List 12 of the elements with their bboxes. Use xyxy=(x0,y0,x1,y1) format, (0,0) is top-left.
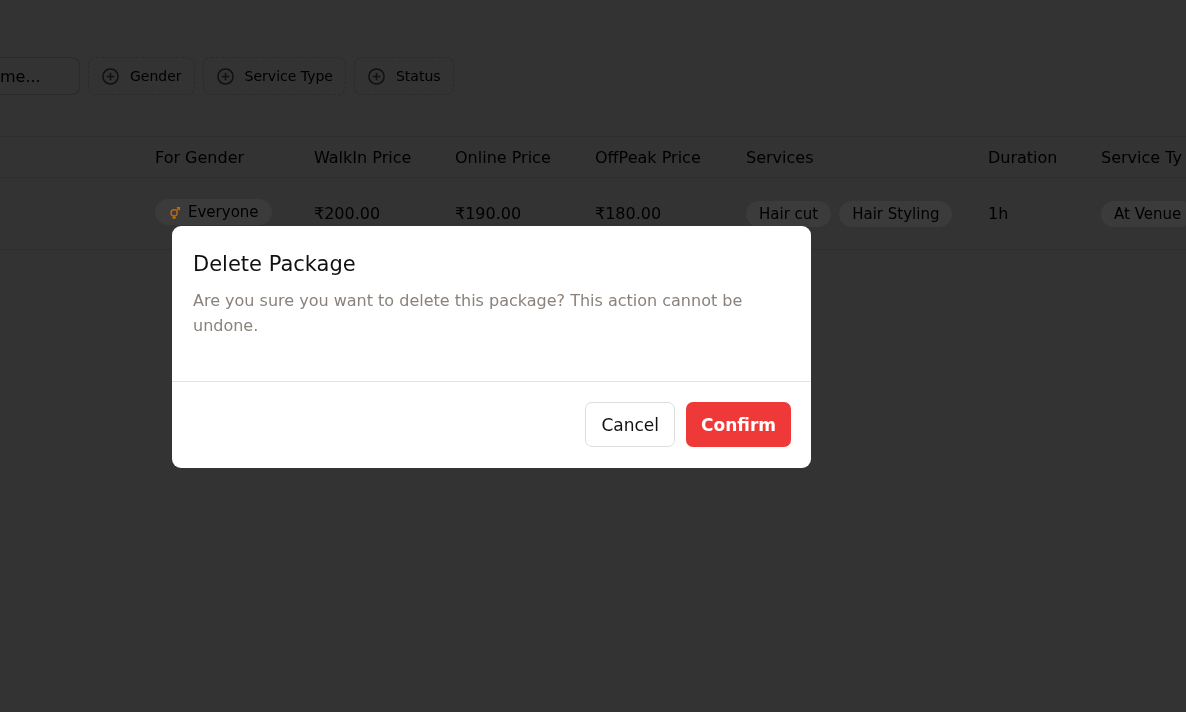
cancel-button[interactable]: Cancel xyxy=(585,402,676,447)
plus-circle-icon xyxy=(101,66,120,86)
gender-label: Everyone xyxy=(188,202,259,221)
service-tag: Hair cut xyxy=(746,200,832,227)
service-type-tag: At Venue xyxy=(1101,200,1186,227)
dialog-message: Are you sure you want to delete this package? This action cannot be undone. xyxy=(193,290,744,337)
plus-circle-icon xyxy=(215,66,235,86)
service-tag: Hair Styling xyxy=(839,200,953,227)
dialog-title: Delete Package xyxy=(193,252,357,276)
plus-circle-icon xyxy=(366,66,386,86)
confirm-button[interactable]: Confirm xyxy=(686,402,791,447)
gender-icon xyxy=(168,204,182,219)
